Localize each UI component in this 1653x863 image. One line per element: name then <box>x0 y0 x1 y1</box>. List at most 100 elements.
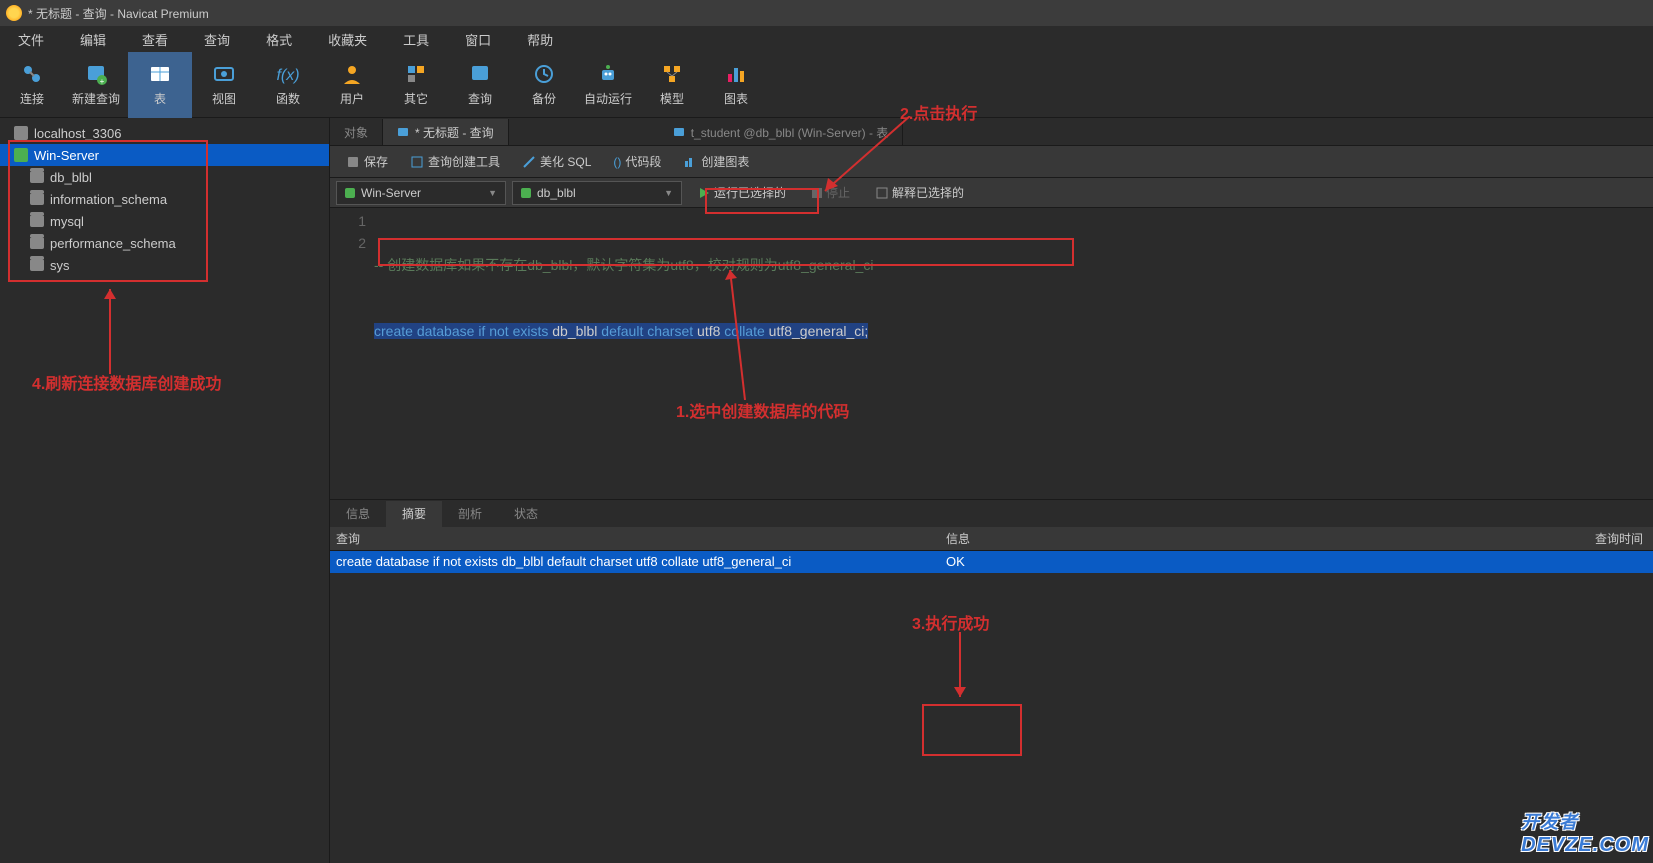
menu-view[interactable]: 查看 <box>124 30 186 49</box>
toolbar-query[interactable]: 查询 <box>448 52 512 118</box>
save-icon <box>346 155 360 169</box>
chevron-down-icon: ▼ <box>488 188 497 198</box>
connection-winserver[interactable]: Win-Server <box>0 144 329 166</box>
toolbar-other[interactable]: 其它 <box>384 52 448 118</box>
code-comment: -- 创建数据库如果不存在db_blbl，默认字符集为utf8，校对规则为utf… <box>374 257 873 273</box>
menu-file[interactable]: 文件 <box>0 30 62 49</box>
user-icon <box>340 62 364 86</box>
action-snippet[interactable]: ()代码段 <box>603 148 671 176</box>
svg-text:f(x): f(x) <box>276 67 299 84</box>
tab-summary[interactable]: 摘要 <box>386 501 442 527</box>
query-tab-icon <box>397 126 409 138</box>
toolbar-autorun[interactable]: 自动运行 <box>576 52 640 118</box>
stop-button[interactable]: 停止 <box>802 181 860 205</box>
content-area: 对象 * 无标题 - 查询 t_student @db_blbl (Win-Se… <box>330 118 1653 863</box>
titlebar: * 无标题 - 查询 - Navicat Premium <box>0 0 1653 26</box>
result-tabbar: 信息 摘要 剖析 状态 <box>330 499 1653 527</box>
result-header: 查询 信息 查询时间 <box>330 527 1653 551</box>
toolbar: 连接 +新建查询 表 视图 f(x)函数 用户 其它 查询 备份 自动运行 模型… <box>0 52 1653 118</box>
toolbar-view[interactable]: 视图 <box>192 52 256 118</box>
toolbar-function[interactable]: f(x)函数 <box>256 52 320 118</box>
col-info: 信息 <box>940 530 1560 547</box>
connection-select[interactable]: Win-Server▼ <box>336 181 506 205</box>
chevron-down-icon: ▼ <box>664 188 673 198</box>
tab-profile[interactable]: 剖析 <box>442 501 498 527</box>
menu-query[interactable]: 查询 <box>186 30 248 49</box>
view-icon <box>212 62 236 86</box>
database-item[interactable]: sys <box>0 254 329 276</box>
app-logo-icon <box>6 5 22 21</box>
toolbar-table[interactable]: 表 <box>128 52 192 118</box>
sql-editor[interactable]: 12 -- 创建数据库如果不存在db_blbl，默认字符集为utf8，校对规则为… <box>330 208 1653 499</box>
database-icon <box>30 237 44 249</box>
connection-tree: localhost_3306 Win-Server db_blbl inform… <box>0 118 330 863</box>
action-save[interactable]: 保存 <box>336 148 398 176</box>
action-querybuilder[interactable]: 查询创建工具 <box>400 148 510 176</box>
action-beautify[interactable]: 美化 SQL <box>512 148 601 176</box>
run-selected-button[interactable]: 运行已选择的 <box>688 181 796 205</box>
code-area[interactable]: -- 创建数据库如果不存在db_blbl，默认字符集为utf8，校对规则为utf… <box>374 208 1653 499</box>
table-icon <box>148 62 172 86</box>
col-query: 查询 <box>330 530 940 547</box>
tab-objects[interactable]: 对象 <box>330 119 383 145</box>
connection-icon <box>345 188 355 198</box>
connection-icon <box>14 126 28 140</box>
result-query-cell: create database if not exists db_blbl de… <box>330 554 940 569</box>
builder-icon <box>410 155 424 169</box>
database-icon <box>30 259 44 271</box>
menu-help[interactable]: 帮助 <box>509 30 571 49</box>
chart-small-icon <box>683 155 697 169</box>
menubar: 文件 编辑 查看 查询 格式 收藏夹 工具 窗口 帮助 <box>0 26 1653 52</box>
tab-info[interactable]: 信息 <box>330 501 386 527</box>
database-icon <box>521 188 531 198</box>
tab-untitled-query[interactable]: * 无标题 - 查询 <box>383 119 509 145</box>
database-item[interactable]: performance_schema <box>0 232 329 254</box>
database-item[interactable]: information_schema <box>0 188 329 210</box>
connection-localhost[interactable]: localhost_3306 <box>0 122 329 144</box>
toolbar-connect[interactable]: 连接 <box>0 52 64 118</box>
main-area: localhost_3306 Win-Server db_blbl inform… <box>0 118 1653 863</box>
database-select[interactable]: db_blbl▼ <box>512 181 682 205</box>
menu-tools[interactable]: 工具 <box>385 30 447 49</box>
window-title: * 无标题 - 查询 - Navicat Premium <box>28 5 209 22</box>
database-icon <box>30 193 44 205</box>
toolbar-model[interactable]: 模型 <box>640 52 704 118</box>
tab-student-table[interactable]: t_student @db_blbl (Win-Server) - 表 <box>659 119 904 145</box>
table-tab-icon <box>673 126 685 138</box>
model-icon <box>660 62 684 86</box>
backup-icon <box>532 62 556 86</box>
toolbar-chart[interactable]: 图表 <box>704 52 768 118</box>
function-icon: f(x) <box>276 62 300 86</box>
query-actionbar: 保存 查询创建工具 美化 SQL ()代码段 创建图表 <box>330 146 1653 178</box>
plug-icon <box>20 62 44 86</box>
menu-edit[interactable]: 编辑 <box>62 30 124 49</box>
menu-window[interactable]: 窗口 <box>447 30 509 49</box>
database-icon <box>30 171 44 183</box>
menu-format[interactable]: 格式 <box>248 30 310 49</box>
line-gutter: 12 <box>330 208 374 499</box>
play-icon <box>698 187 710 199</box>
query-icon <box>468 62 492 86</box>
database-item[interactable]: mysql <box>0 210 329 232</box>
svg-text:+: + <box>100 77 105 86</box>
toolbar-user[interactable]: 用户 <box>320 52 384 118</box>
action-createchart[interactable]: 创建图表 <box>673 148 759 176</box>
newquery-icon: + <box>84 62 108 86</box>
database-icon <box>30 215 44 227</box>
toolbar-newquery[interactable]: +新建查询 <box>64 52 128 118</box>
toolbar-backup[interactable]: 备份 <box>512 52 576 118</box>
run-bar: Win-Server▼ db_blbl▼ 运行已选择的 停止 解释已选择的 <box>330 178 1653 208</box>
code-selection: create database if not exists db_blbl de… <box>374 323 868 339</box>
editor-tabbar: 对象 * 无标题 - 查询 t_student @db_blbl (Win-Se… <box>330 118 1653 146</box>
stop-icon <box>812 188 822 198</box>
col-time: 查询时间 <box>1560 530 1653 547</box>
other-icon <box>404 62 428 86</box>
result-row[interactable]: create database if not exists db_blbl de… <box>330 551 1653 573</box>
brackets-icon: () <box>613 155 621 169</box>
database-item[interactable]: db_blbl <box>0 166 329 188</box>
wand-icon <box>522 155 536 169</box>
result-info-cell: OK <box>940 554 1560 569</box>
explain-button[interactable]: 解释已选择的 <box>866 181 974 205</box>
tab-status[interactable]: 状态 <box>498 501 554 527</box>
menu-favorites[interactable]: 收藏夹 <box>310 30 385 49</box>
